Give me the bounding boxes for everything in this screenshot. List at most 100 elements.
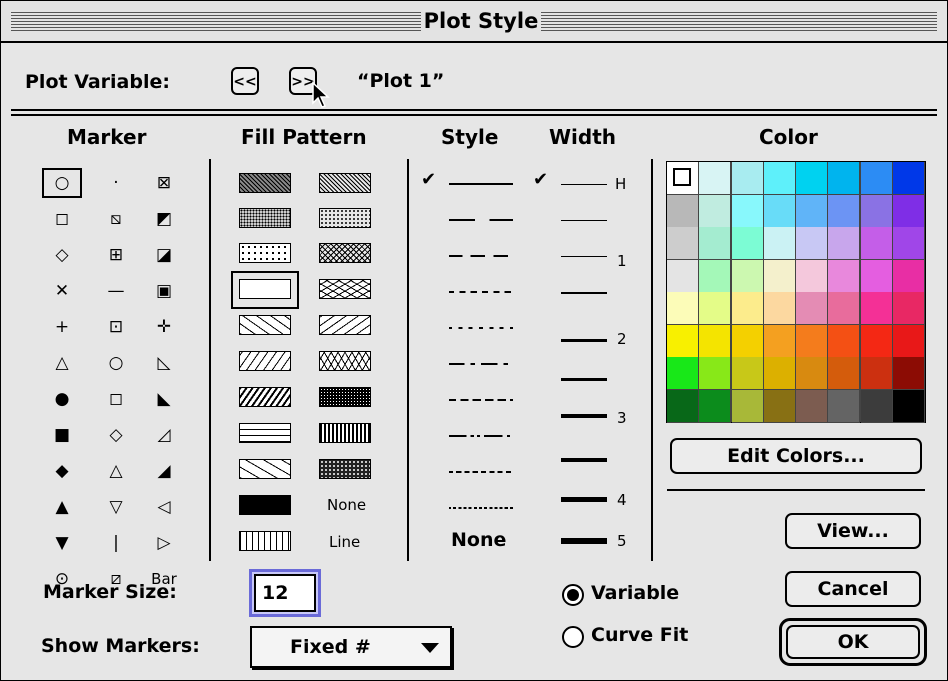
- style-dash[interactable]: [449, 255, 513, 257]
- color-swatch[interactable]: [860, 357, 893, 390]
- width-1-5[interactable]: [561, 292, 607, 294]
- fill-pattern-solid[interactable]: [239, 495, 291, 515]
- width-half-a[interactable]: [561, 220, 607, 221]
- ok-button[interactable]: OK: [786, 625, 920, 659]
- color-swatch[interactable]: [860, 227, 893, 260]
- marker-option[interactable]: ▷: [149, 532, 179, 554]
- width-4[interactable]: [561, 497, 607, 502]
- show-markers-dropdown[interactable]: Fixed #: [250, 626, 452, 668]
- marker-option[interactable]: ◩: [149, 208, 179, 230]
- marker-option[interactable]: ◿: [149, 424, 179, 446]
- color-swatch[interactable]: [828, 227, 861, 260]
- fill-pattern-brick-diagonal[interactable]: [319, 315, 371, 335]
- fill-pattern-slant-dense[interactable]: [239, 387, 291, 407]
- color-swatch[interactable]: [731, 194, 764, 228]
- marker-option[interactable]: ◻: [101, 388, 131, 410]
- marker-option[interactable]: ⊡: [101, 316, 131, 338]
- color-swatch[interactable]: [699, 357, 732, 390]
- marker-option[interactable]: ⊠: [149, 172, 179, 194]
- color-swatch[interactable]: [731, 227, 764, 260]
- fill-pattern-empty[interactable]: [239, 279, 291, 299]
- color-swatch[interactable]: [699, 292, 732, 325]
- marker-option[interactable]: △: [47, 352, 77, 374]
- marker-option[interactable]: ▣: [149, 280, 179, 302]
- view-button[interactable]: View...: [785, 513, 921, 549]
- color-swatch[interactable]: [828, 259, 861, 293]
- color-swatch[interactable]: [699, 324, 732, 358]
- color-swatch[interactable]: [828, 324, 861, 358]
- width-1[interactable]: [561, 256, 607, 257]
- style-fine-dash[interactable]: [449, 471, 513, 473]
- color-swatch[interactable]: [731, 324, 764, 358]
- marker-option[interactable]: ✕: [47, 280, 77, 302]
- marker-option[interactable]: ■: [47, 424, 77, 446]
- marker-option[interactable]: +: [47, 316, 77, 338]
- fill-none-option[interactable]: None: [327, 496, 366, 514]
- marker-option[interactable]: ◻: [47, 208, 77, 230]
- color-swatch[interactable]: [667, 324, 699, 358]
- fill-pattern-dark[interactable]: [239, 173, 291, 193]
- color-swatch[interactable]: [860, 162, 893, 195]
- fill-pattern-vertical-dense[interactable]: [319, 423, 371, 443]
- color-swatch[interactable]: [892, 194, 925, 228]
- width-2-5[interactable]: [561, 378, 607, 381]
- marker-option[interactable]: ◣: [149, 388, 179, 410]
- marker-option[interactable]: —: [101, 280, 131, 302]
- color-swatch[interactable]: [828, 194, 861, 228]
- marker-option[interactable]: ✛: [149, 316, 179, 338]
- marker-option[interactable]: ◆: [47, 460, 77, 482]
- color-swatch[interactable]: [796, 194, 828, 228]
- color-swatch[interactable]: [796, 324, 828, 358]
- color-swatch[interactable]: [667, 162, 699, 195]
- fill-pattern-diamond[interactable]: [319, 279, 371, 299]
- edit-colors-button[interactable]: Edit Colors...: [670, 438, 922, 474]
- fill-line-option[interactable]: Line: [329, 533, 360, 551]
- fill-pattern-crosshatch[interactable]: [319, 243, 371, 263]
- color-swatch[interactable]: [860, 324, 893, 358]
- marker-option[interactable]: ⧅: [101, 208, 131, 230]
- color-swatch[interactable]: [860, 259, 893, 293]
- color-swatch[interactable]: [699, 227, 732, 260]
- style-dotted[interactable]: [449, 327, 513, 329]
- style-medium-dash[interactable]: [449, 399, 513, 401]
- color-swatch[interactable]: [763, 259, 796, 293]
- color-swatch[interactable]: [667, 389, 699, 423]
- marker-option[interactable]: ●: [47, 388, 77, 410]
- color-swatch[interactable]: [796, 227, 828, 260]
- color-swatch[interactable]: [892, 227, 925, 260]
- color-swatch[interactable]: [667, 357, 699, 390]
- width-3[interactable]: [561, 414, 607, 418]
- title-bar[interactable]: Plot Style: [1, 1, 947, 43]
- width-3-5[interactable]: [561, 458, 607, 462]
- cancel-button[interactable]: Cancel: [785, 571, 921, 607]
- fill-pattern-horizontal[interactable]: [239, 423, 291, 443]
- color-swatch[interactable]: [892, 162, 925, 195]
- width-2[interactable]: [561, 339, 607, 342]
- color-swatch[interactable]: [731, 357, 764, 390]
- style-solid[interactable]: [449, 183, 513, 185]
- marker-option[interactable]: ◪: [149, 244, 179, 266]
- color-swatch[interactable]: [763, 389, 796, 423]
- marker-option[interactable]: ▲: [47, 496, 77, 518]
- color-swatch[interactable]: [667, 227, 699, 260]
- marker-option[interactable]: ▼: [47, 532, 77, 554]
- marker-option[interactable]: ·: [101, 172, 131, 194]
- fill-pattern-diagonal-fine[interactable]: [319, 173, 371, 193]
- marker-option[interactable]: ◺: [149, 352, 179, 374]
- color-swatch[interactable]: [828, 357, 861, 390]
- color-swatch[interactable]: [763, 292, 796, 325]
- color-swatch[interactable]: [699, 389, 732, 423]
- fill-pattern-sparse-diagonal[interactable]: [239, 459, 291, 479]
- fill-pattern-slant[interactable]: [239, 351, 291, 371]
- color-swatch[interactable]: [731, 162, 764, 195]
- color-swatch[interactable]: [699, 194, 732, 228]
- color-swatch[interactable]: [796, 389, 828, 423]
- color-swatch[interactable]: [667, 259, 699, 293]
- color-swatch[interactable]: [763, 357, 796, 390]
- fill-pattern-diagonal-wide[interactable]: [239, 315, 291, 335]
- marker-option[interactable]: ◁: [149, 496, 179, 518]
- style-fine-dot[interactable]: [449, 507, 513, 509]
- color-swatch[interactable]: [796, 292, 828, 325]
- width-5[interactable]: [561, 538, 607, 544]
- color-swatch[interactable]: [892, 324, 925, 358]
